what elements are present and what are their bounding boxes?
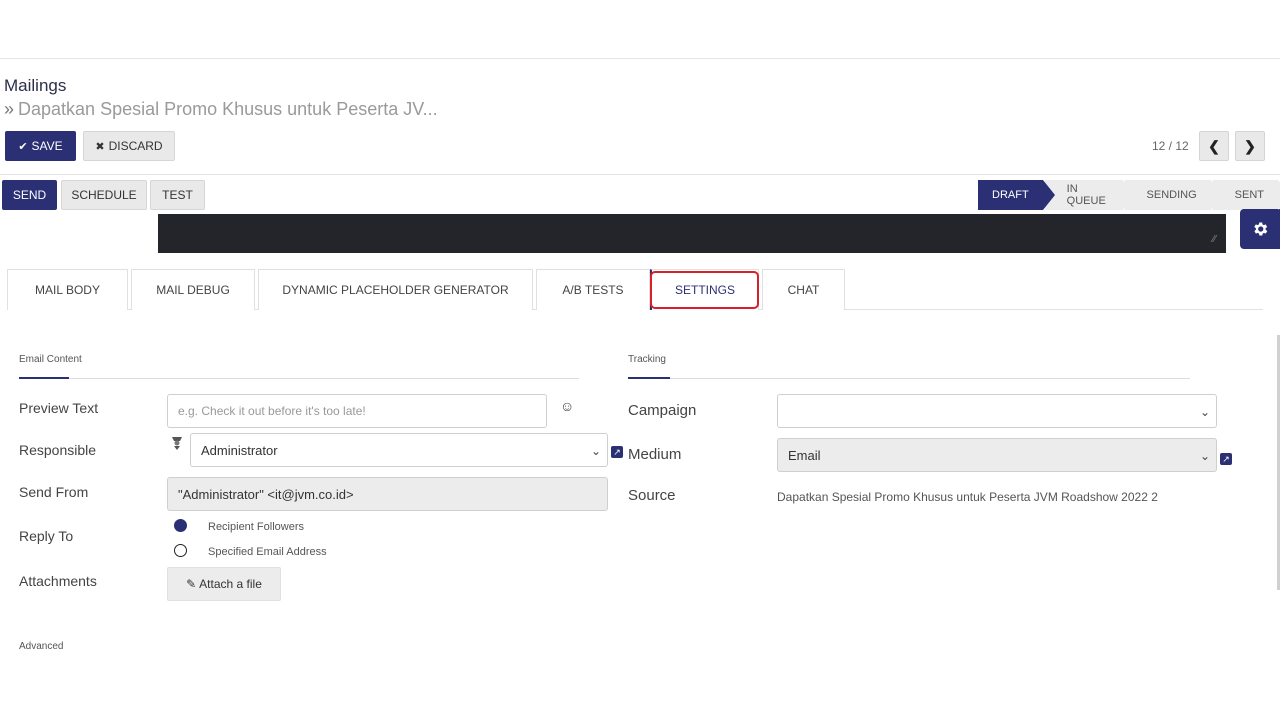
breadcrumb-separator: »: [4, 99, 15, 119]
campaign-select[interactable]: ⌄: [777, 394, 1217, 428]
chevron-left-icon: ❮: [1208, 137, 1220, 154]
resize-handle-icon[interactable]: ⁄⁄: [1213, 234, 1216, 245]
campaign-label: Campaign: [628, 402, 697, 419]
tab-chat[interactable]: CHAT: [762, 269, 845, 310]
preview-text-input[interactable]: e.g. Check it out before it's too late!: [167, 394, 547, 428]
chevron-down-icon: ⌄: [590, 444, 601, 458]
preview-text-label: Preview Text: [19, 400, 99, 416]
recipient-followers-label: Recipient Followers: [208, 521, 304, 533]
form-tabs: MAIL BODY MAIL DEBUG DYNAMIC PLACEHOLDER…: [7, 269, 1263, 310]
top-navbar: [0, 0, 1280, 59]
stage-draft[interactable]: DRAFT: [978, 180, 1055, 210]
radio-recipient-followers[interactable]: [174, 519, 187, 532]
status-stages: DRAFT IN QUEUE SENDING SENT: [978, 180, 1280, 210]
chevron-down-icon: ⌄: [1199, 405, 1210, 419]
specified-email-address-label: Specified Email Address: [208, 546, 327, 558]
attach-file-label: Attach a file: [199, 577, 262, 591]
settings-tab-highlight: [650, 271, 759, 309]
source-label: Source: [628, 487, 676, 504]
pager-counter: 12 / 12: [1152, 139, 1189, 153]
responsible-label: Responsible: [19, 442, 97, 458]
tracking-divider: [628, 378, 1190, 379]
reply-to-label: Reply To: [19, 528, 74, 544]
breadcrumb-current: » Dapatkan Spesial Promo Khusus untuk Pes…: [4, 99, 438, 120]
avatar-icon: [172, 437, 182, 450]
medium-label: Medium: [628, 446, 682, 463]
tab-dynamic-placeholder-generator[interactable]: DYNAMIC PLACEHOLDER GENERATOR: [258, 269, 533, 310]
medium-select[interactable]: Email ⌄: [777, 438, 1217, 472]
tracking-underline: [628, 377, 670, 379]
send-from-input[interactable]: "Administrator" <it@jvm.co.id>: [167, 477, 608, 511]
stage-in-queue[interactable]: IN QUEUE: [1044, 180, 1135, 210]
send-button[interactable]: SEND: [2, 180, 57, 210]
external-link-icon[interactable]: ↗: [611, 446, 623, 458]
schedule-button[interactable]: SCHEDULE: [61, 180, 147, 210]
breadcrumb-root[interactable]: Mailings: [4, 76, 438, 98]
gear-icon: [1254, 222, 1268, 236]
email-content-title: Email Content: [19, 354, 82, 365]
email-content-divider: [19, 378, 579, 379]
responsible-value: Administrator: [201, 442, 278, 458]
previous-record-button[interactable]: ❮: [1199, 131, 1229, 161]
chevron-right-icon: ❯: [1244, 137, 1256, 154]
medium-value: Email: [788, 447, 821, 463]
tracking-title: Tracking: [628, 354, 666, 365]
stage-sending[interactable]: SENDING: [1124, 180, 1223, 210]
save-button[interactable]: ✔ SAVE: [5, 131, 76, 161]
attach-file-button[interactable]: ✎ Attach a file: [167, 567, 281, 601]
attachments-label: Attachments: [19, 573, 97, 589]
advanced-title: Advanced: [19, 641, 64, 652]
responsible-select[interactable]: Administrator ⌄: [190, 433, 608, 467]
save-button-label: SAVE: [31, 139, 63, 153]
check-icon: ✔: [18, 140, 28, 153]
chevron-down-icon: ⌄: [1199, 449, 1210, 463]
emoji-picker-icon[interactable]: ☺: [560, 398, 574, 414]
settings-gear-button[interactable]: [1240, 209, 1280, 249]
test-button[interactable]: TEST: [150, 180, 205, 210]
discard-button[interactable]: ✖ DISCARD: [83, 131, 175, 161]
send-from-value: "Administrator" <it@jvm.co.id>: [178, 486, 354, 502]
tab-mail-debug[interactable]: MAIL DEBUG: [131, 269, 255, 310]
next-record-button[interactable]: ❯: [1235, 131, 1265, 161]
discard-button-label: DISCARD: [108, 139, 163, 153]
preview-text-placeholder: e.g. Check it out before it's too late!: [178, 404, 366, 418]
source-value: Dapatkan Spesial Promo Khusus untuk Pese…: [777, 490, 1158, 504]
email-content-underline: [19, 377, 69, 379]
external-link-icon[interactable]: ↗: [1220, 453, 1232, 465]
breadcrumb: Mailings » Dapatkan Spesial Promo Khusus …: [4, 76, 438, 120]
radio-specified-email-address[interactable]: [174, 544, 187, 557]
send-from-label: Send From: [19, 484, 89, 500]
close-icon: ✖: [95, 140, 105, 153]
tab-ab-tests[interactable]: A/B TESTS: [536, 269, 650, 310]
breadcrumb-current-label: Dapatkan Spesial Promo Khusus untuk Pese…: [18, 99, 438, 119]
paperclip-icon: ✎: [186, 577, 197, 591]
code-editor-strip[interactable]: ⁄⁄: [158, 214, 1226, 253]
tab-mail-body[interactable]: MAIL BODY: [7, 269, 128, 310]
